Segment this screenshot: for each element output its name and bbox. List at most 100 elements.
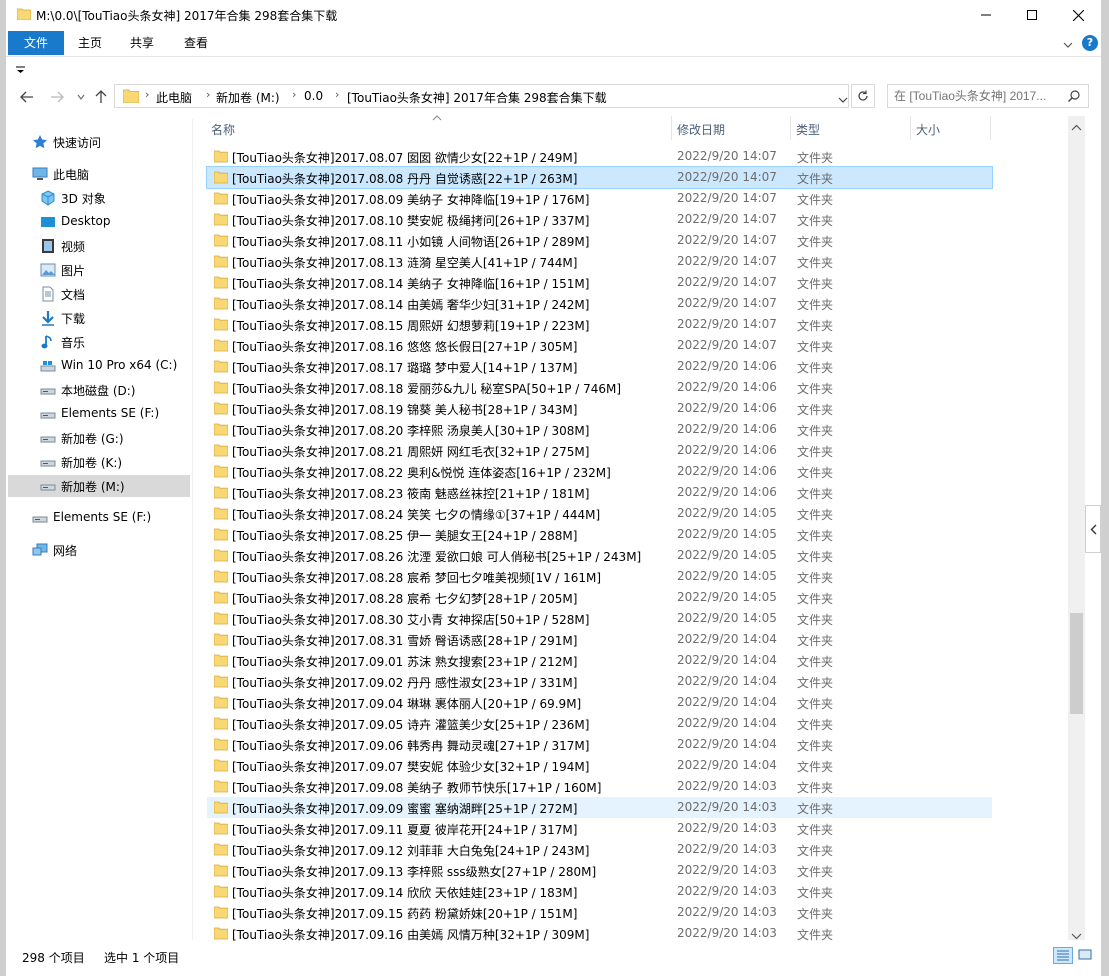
sidebar-item-music[interactable]: 音乐 [8, 331, 190, 353]
column-divider[interactable] [671, 116, 672, 140]
file-row[interactable]: [TouTiao头条女神]2017.08.19 锦葵 美人秘书[28+1P / … [207, 398, 992, 419]
preview-pane-toggle-button[interactable] [1085, 505, 1101, 553]
sidebar-item-drive-m[interactable]: 新加卷 (M:) [8, 475, 190, 497]
file-row[interactable]: [TouTiao头条女神]2017.09.08 美纳子 教师节快乐[17+1P … [207, 776, 992, 797]
file-row[interactable]: [TouTiao头条女神]2017.08.10 樊安妮 极绳拷问[26+1P /… [207, 209, 992, 230]
maximize-button[interactable] [1009, 0, 1055, 30]
ribbon-expand-chevron-icon[interactable] [1063, 38, 1073, 52]
refresh-button[interactable] [851, 84, 875, 108]
column-type[interactable]: 类型 [796, 121, 820, 138]
file-row[interactable]: [TouTiao头条女神]2017.09.13 李梓熙 sss级熟女[27+1P… [207, 860, 992, 881]
file-row[interactable]: [TouTiao头条女神]2017.08.16 悠悠 悠长假日[27+1P / … [207, 335, 992, 356]
address-bar[interactable]: › 此电脑 › 新加卷 (M:) › 0.0 › [TouTiao头条女神] 2… [114, 84, 849, 108]
sidebar-item-elements-se[interactable]: Elements SE (F:) [8, 507, 190, 529]
breadcrumb-separator-icon[interactable]: › [292, 88, 296, 101]
details-view-button[interactable] [1053, 947, 1073, 964]
file-row[interactable]: [TouTiao头条女神]2017.09.02 丹丹 感性淑女[23+1P / … [207, 671, 992, 692]
file-row[interactable]: [TouTiao头条女神]2017.08.21 周熙妍 网红毛衣[32+1P /… [207, 440, 992, 461]
file-row[interactable]: [TouTiao头条女神]2017.08.09 美纳子 女神降临[19+1P /… [207, 188, 992, 209]
file-row[interactable]: [TouTiao头条女神]2017.08.11 小如镜 人间物语[26+1P /… [207, 230, 992, 251]
sidebar-item-videos[interactable]: 视频 [8, 235, 190, 257]
file-row[interactable]: [TouTiao头条女神]2017.09.14 欣欣 天依娃娃[23+1P / … [207, 881, 992, 902]
minimize-button[interactable] [963, 0, 1009, 30]
sidebar-item-this-pc[interactable]: 此电脑 [8, 163, 190, 185]
title-bar[interactable]: M:\0.0\[TouTiao头条女神] 2017年合集 298套合集下载 [6, 0, 1101, 30]
file-row[interactable]: [TouTiao头条女神]2017.09.09 蜜蜜 塞纳湖畔[25+1P / … [207, 797, 992, 818]
search-input[interactable] [894, 88, 1064, 104]
up-button[interactable] [92, 89, 110, 105]
breadcrumb-current-folder[interactable]: [TouTiao头条女神] 2017年合集 298套合集下载 [347, 89, 607, 106]
sidebar-item-drive-f[interactable]: Elements SE (F:) [8, 403, 190, 425]
pane-divider[interactable] [192, 119, 193, 940]
file-row[interactable]: [TouTiao头条女神]2017.09.05 诗卉 灌篮美少女[25+1P /… [207, 713, 992, 734]
file-row[interactable]: [TouTiao头条女神]2017.08.25 伊一 美腿女王[24+1P / … [207, 524, 992, 545]
address-dropdown-icon[interactable] [838, 93, 848, 107]
tab-file[interactable]: 文件 [8, 31, 64, 55]
sidebar-item-network[interactable]: 网络 [8, 539, 190, 561]
sidebar-item-3d-objects[interactable]: 3D 对象 [8, 187, 190, 209]
file-row[interactable]: [TouTiao头条女神]2017.08.24 笑笑 七夕の情缘①[37+1P … [207, 503, 992, 524]
recent-locations-button[interactable] [72, 89, 90, 105]
file-row[interactable]: [TouTiao头条女神]2017.09.11 夏夏 彼岸花开[24+1P / … [207, 818, 992, 839]
file-row[interactable]: [TouTiao头条女神]2017.09.15 药药 粉黛娇妹[20+1P / … [207, 902, 992, 923]
sidebar-item-desktop[interactable]: Desktop [8, 211, 190, 233]
breadcrumb-this-pc[interactable]: 此电脑 [156, 89, 192, 106]
file-row[interactable]: [TouTiao头条女神]2017.08.20 李梓熙 汤泉美人[30+1P /… [207, 419, 992, 440]
file-row[interactable]: [TouTiao头条女神]2017.08.17 璐璐 梦中爱人[14+1P / … [207, 356, 992, 377]
breadcrumb-separator-icon[interactable]: › [145, 88, 149, 101]
file-row[interactable]: [TouTiao头条女神]2017.08.28 宸希 七夕幻梦[28+1P / … [207, 587, 992, 608]
breadcrumb-separator-icon[interactable]: › [206, 88, 210, 101]
column-divider[interactable] [990, 116, 991, 140]
breadcrumb-separator-icon[interactable]: › [335, 88, 339, 101]
file-row[interactable]: [TouTiao头条女神]2017.08.18 爱丽莎&九儿 秘室SPA[50+… [207, 377, 992, 398]
help-icon[interactable]: ? [1082, 35, 1098, 51]
forward-button[interactable] [48, 89, 66, 105]
sidebar-item-drive-k[interactable]: 新加卷 (K:) [8, 451, 190, 473]
file-row[interactable]: [TouTiao头条女神]2017.08.14 美纳子 女神降临[16+1P /… [207, 272, 992, 293]
file-row[interactable]: [TouTiao头条女神]2017.08.15 周熙妍 幻想萝莉[19+1P /… [207, 314, 992, 335]
search-box[interactable] [887, 84, 1089, 108]
breadcrumb-folder-0-0[interactable]: 0.0 [304, 89, 323, 103]
file-row[interactable]: [TouTiao头条女神]2017.08.13 涟漪 星空美人[41+1P / … [207, 251, 992, 272]
sidebar-item-quick-access[interactable]: 快速访问 [8, 131, 190, 153]
file-row[interactable]: [TouTiao头条女神]2017.08.28 宸希 梦回七夕唯美视频[1V /… [207, 566, 992, 587]
sidebar-item-pictures[interactable]: 图片 [8, 259, 190, 281]
back-button[interactable] [18, 89, 36, 105]
file-row[interactable]: [TouTiao头条女神]2017.09.04 琳琳 裹体丽人[20+1P / … [207, 692, 992, 713]
tab-view[interactable]: 查看 [184, 31, 208, 55]
scroll-up-icon[interactable] [1071, 120, 1082, 134]
file-row[interactable]: [TouTiao头条女神]2017.08.22 奥利&悦悦 连体姿态[16+1P… [207, 461, 992, 482]
file-row[interactable]: [TouTiao头条女神]2017.08.07 囡囡 欲情少女[22+1P / … [207, 146, 992, 167]
file-row[interactable]: [TouTiao头条女神]2017.08.08 丹丹 自觉诱惑[22+1P / … [206, 166, 993, 189]
column-size[interactable]: 大小 [916, 121, 940, 138]
sidebar-item-drive-d[interactable]: 本地磁盘 (D:) [8, 379, 190, 401]
sidebar-item-downloads[interactable]: 下载 [8, 307, 190, 329]
tab-home[interactable]: 主页 [78, 31, 102, 55]
scroll-down-icon[interactable] [1071, 929, 1082, 943]
file-row[interactable]: [TouTiao头条女神]2017.09.06 韩秀冉 舞动灵魂[27+1P /… [207, 734, 992, 755]
file-row[interactable]: [TouTiao头条女神]2017.08.14 由美嫣 奢华少妇[31+1P /… [207, 293, 992, 314]
file-row[interactable]: [TouTiao头条女神]2017.09.12 刘菲菲 大白兔兔[24+1P /… [207, 839, 992, 860]
search-icon[interactable] [1068, 90, 1080, 105]
sidebar-item-documents[interactable]: 文档 [8, 283, 190, 305]
large-icons-view-button[interactable] [1076, 947, 1096, 964]
sidebar-item-drive-g[interactable]: 新加卷 (G:) [8, 427, 190, 449]
column-divider[interactable] [790, 116, 791, 140]
column-date-modified[interactable]: 修改日期 [677, 121, 725, 138]
vertical-scrollbar[interactable] [1068, 116, 1085, 940]
file-row[interactable]: [TouTiao头条女神]2017.08.31 雪娇 臀语诱惑[28+1P / … [207, 629, 992, 650]
file-row[interactable]: [TouTiao头条女神]2017.09.16 由美嫣 风情万种[32+1P /… [207, 923, 992, 944]
file-row[interactable]: [TouTiao头条女神]2017.08.23 筱南 魅惑丝袜控[21+1P /… [207, 482, 992, 503]
sidebar-item-drive-c[interactable]: Win 10 Pro x64 (C:) [8, 355, 190, 377]
column-name[interactable]: 名称 [211, 121, 235, 138]
file-row[interactable]: [TouTiao头条女神]2017.09.01 苏沫 熟女搜索[23+1P / … [207, 650, 992, 671]
close-button[interactable] [1055, 0, 1101, 30]
scrollbar-thumb[interactable] [1070, 613, 1083, 714]
file-row[interactable]: [TouTiao头条女神]2017.08.26 沈湮 爱欲口娘 可人俏秘书[25… [207, 545, 992, 566]
column-divider[interactable] [910, 116, 911, 140]
file-row[interactable]: [TouTiao头条女神]2017.09.07 樊安妮 体验少女[32+1P /… [207, 755, 992, 776]
file-row[interactable]: [TouTiao头条女神]2017.08.30 艾小青 女神探店[50+1P /… [207, 608, 992, 629]
customize-toolbar-icon[interactable] [16, 63, 25, 77]
breadcrumb-drive-m[interactable]: 新加卷 (M:) [216, 89, 280, 106]
tab-share[interactable]: 共享 [130, 31, 154, 55]
